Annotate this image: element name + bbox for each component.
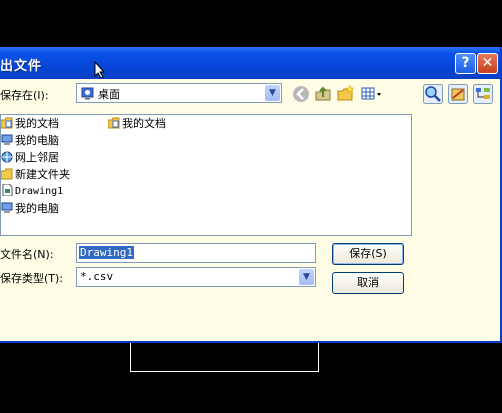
up-folder-icon[interactable]	[313, 84, 333, 104]
list-item[interactable]: 我的电脑	[1, 201, 59, 217]
search-web-icon[interactable]	[423, 84, 443, 104]
mouse-cursor-icon	[94, 61, 106, 79]
filename-value: Drawing1	[79, 246, 134, 259]
desktop-icon	[81, 87, 94, 100]
file-label: 我的电脑	[15, 202, 59, 215]
filetype-label: 保存类型(T):	[0, 272, 64, 285]
filetype-dropdown[interactable]: *.csv ▼	[76, 267, 316, 287]
file-label: 网上邻居	[15, 151, 59, 164]
list-item[interactable]: 新建文件夹	[1, 167, 70, 183]
filename-label: 文件名(N):	[0, 248, 54, 261]
tree-view-icon[interactable]	[473, 84, 493, 104]
new-folder-icon[interactable]	[336, 84, 356, 104]
computer-icon	[1, 134, 13, 145]
file-label: 我的电脑	[15, 134, 59, 147]
export-file-dialog: 出文件 ? ✕ 保存在(I): 桌面 ▼ 我的文档 我的电脑 网上邻居 新建文件…	[0, 47, 502, 343]
file-icon	[2, 184, 13, 196]
list-item[interactable]: 网上邻居	[1, 150, 59, 166]
chevron-down-icon[interactable]: ▼	[265, 85, 280, 101]
savein-label: 保存在(I):	[0, 89, 49, 102]
list-item[interactable]: 我的文档	[1, 116, 59, 132]
save-button[interactable]: 保存(S)	[332, 243, 404, 265]
file-label: 新建文件夹	[15, 168, 70, 181]
documents-folder-icon	[1, 117, 13, 129]
file-list[interactable]: 我的文档 我的电脑 网上邻居 新建文件夹 Drawing1 我的电脑 我的文档	[0, 114, 412, 236]
filename-field[interactable]: Drawing1	[76, 243, 316, 263]
background-window-frame	[130, 343, 319, 372]
tools-icon[interactable]	[448, 84, 468, 104]
filetype-value: *.csv	[80, 270, 114, 283]
file-label: Drawing1	[15, 186, 64, 197]
back-arrow-icon[interactable]	[291, 84, 311, 104]
cancel-button[interactable]: 取消	[332, 272, 404, 294]
file-label: 我的文档	[15, 117, 59, 130]
help-button[interactable]: ?	[455, 53, 476, 74]
documents-folder-icon	[108, 117, 120, 129]
list-item[interactable]: 我的电脑	[1, 133, 59, 149]
savein-dropdown[interactable]: 桌面 ▼	[76, 83, 282, 103]
list-item[interactable]: Drawing1	[1, 184, 63, 200]
list-item[interactable]: 我的文档	[108, 116, 166, 132]
chevron-down-icon[interactable]: ▼	[299, 269, 314, 285]
views-menu-icon[interactable]	[360, 84, 384, 104]
close-button[interactable]: ✕	[477, 53, 498, 74]
file-label: 我的文档	[122, 117, 166, 130]
title-bar[interactable]: 出文件 ? ✕	[0, 47, 500, 79]
network-icon	[1, 151, 13, 163]
savein-value: 桌面	[98, 88, 120, 101]
computer-icon	[1, 202, 13, 213]
window-title: 出文件	[0, 59, 43, 74]
folder-icon	[1, 168, 13, 180]
